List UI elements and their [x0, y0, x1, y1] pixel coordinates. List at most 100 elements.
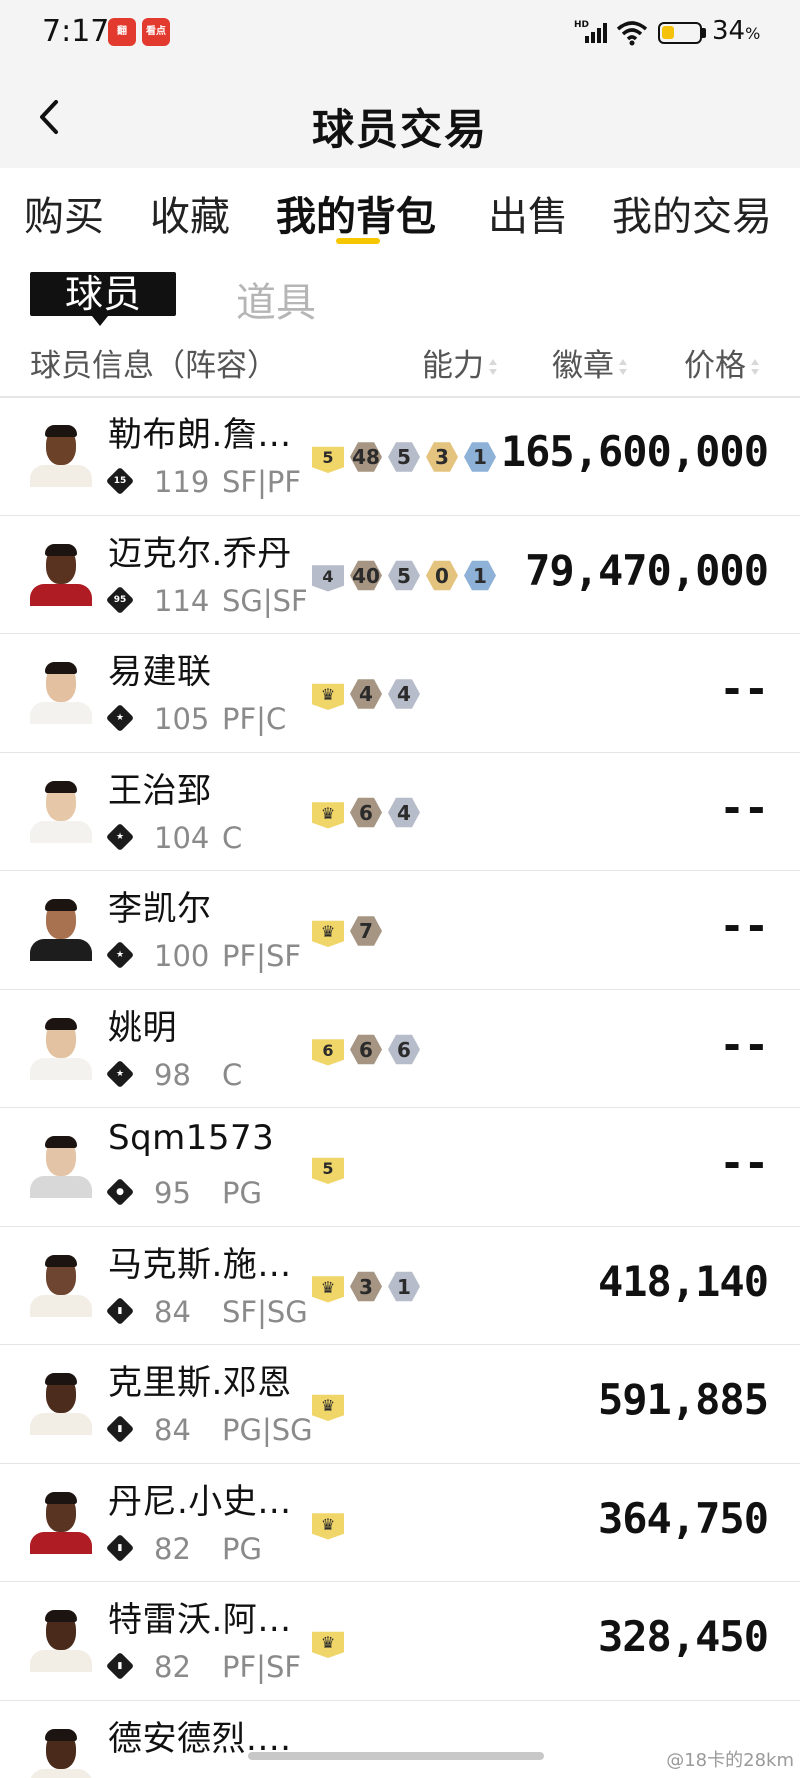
player-name: 易建联: [108, 652, 212, 692]
player-row[interactable]: 勒布朗.詹… 1 5 119 SF|PF 5 48 5 3 1 165,600,000: [0, 397, 800, 516]
tab-sell[interactable]: 出售: [488, 184, 568, 242]
badge-icon: ♛: [312, 915, 344, 947]
sort-icon: [750, 358, 760, 377]
badge-list: ♛: [312, 1508, 350, 1540]
player-price: --: [719, 1138, 769, 1187]
column-header-info: 球员信息（阵容）: [30, 348, 278, 384]
player-position: SG|SF: [222, 583, 308, 618]
main-tabs: 购买 收藏 我的背包 出售 我的交易: [0, 168, 800, 254]
player-name: 姚明: [108, 1007, 177, 1048]
player-position: PF|SF: [222, 939, 302, 973]
badge-icon: 0: [426, 560, 458, 592]
player-position: SF|SG: [222, 1294, 308, 1329]
player-overall: 104: [154, 820, 210, 855]
badge-icon: ♛: [312, 797, 344, 829]
player-name: 特雷沃.阿…: [108, 1600, 292, 1640]
player-avatar: [30, 1136, 92, 1198]
column-header-ability[interactable]: 能力: [422, 340, 498, 385]
player-price: 79,470,000: [525, 545, 769, 595]
player-name: 迈克尔.乔丹: [108, 533, 292, 574]
player-price: 364,750: [597, 1493, 769, 1543]
badge-icon: ♛: [312, 1271, 344, 1303]
tab-my-backpack[interactable]: 我的背包: [276, 184, 436, 242]
badge-icon: 48: [350, 441, 382, 473]
player-row[interactable]: 丹尼.小史… ▮ 82 PG ♛ 364,750: [0, 1464, 800, 1582]
player-row[interactable]: Sqm1573 ● 95 PG 5 --: [0, 1108, 800, 1227]
player-avatar: [30, 1373, 92, 1435]
badge-icon: 4: [388, 678, 420, 710]
badge-icon: ♛: [312, 1389, 344, 1421]
player-row[interactable]: 姚明 ★ 98 C 6 6 6 --: [0, 990, 800, 1108]
player-price: --: [719, 1019, 769, 1069]
badge-icon: 4: [312, 560, 344, 592]
column-header-badge[interactable]: 徽章: [552, 340, 628, 385]
player-row[interactable]: 迈克尔.乔丹 95 114 SG|SF 4 40 5 0 1 79,470,000: [0, 516, 800, 634]
badge-icon: 6: [350, 797, 382, 829]
player-overall: 105: [154, 702, 210, 736]
badge-icon: 6: [312, 1034, 344, 1066]
wifi-icon: [616, 21, 648, 46]
player-overall: 95: [154, 1176, 191, 1210]
player-avatar: [30, 425, 92, 487]
player-avatar: [30, 1017, 92, 1080]
player-row[interactable]: 特雷沃.阿… ▮ 82 PF|SF ♛ 328,450: [0, 1582, 800, 1701]
player-price: --: [719, 664, 769, 713]
badge-list: 5 48 5 3 1: [312, 441, 502, 473]
battery-level: [662, 26, 675, 39]
tab-my-trades[interactable]: 我的交易: [612, 184, 772, 242]
status-time: 7:17: [42, 14, 110, 49]
badge-icon: 6: [350, 1034, 382, 1066]
battery-icon: [658, 22, 702, 44]
player-name: 王治郅: [108, 770, 212, 811]
player-name: 丹尼.小史…: [108, 1481, 292, 1522]
badge-icon: 1: [388, 1271, 420, 1303]
badge-icon: 5: [388, 441, 420, 473]
player-name: 勒布朗.詹…: [108, 415, 292, 455]
player-position: PG|SG: [222, 1413, 313, 1447]
player-overall: 119: [154, 465, 210, 499]
badge-icon: 5: [312, 1152, 344, 1184]
sort-icon: [488, 358, 498, 377]
home-indicator[interactable]: [248, 1752, 544, 1760]
player-price: 165,600,000: [500, 427, 769, 476]
player-position: PF|C: [222, 702, 287, 736]
player-avatar: [30, 899, 92, 961]
player-row[interactable]: 易建联 ★ 105 PF|C ♛ 4 4 --: [0, 634, 800, 753]
player-avatar: [30, 780, 92, 843]
player-name: 李凯尔: [108, 889, 212, 929]
badge-list: ♛ 6 4: [312, 797, 426, 829]
subtab-items[interactable]: 道具: [236, 270, 316, 328]
badge-icon: 40: [350, 560, 382, 592]
badge-list: ♛: [312, 1626, 350, 1658]
player-overall: 84: [154, 1413, 191, 1447]
badge-icon: 4: [388, 797, 420, 829]
player-avatar: [30, 543, 92, 606]
player-row[interactable]: 克里斯.邓恩 ▮ 84 PG|SG ♛ 591,885: [0, 1345, 800, 1464]
badge-icon: 3: [350, 1271, 382, 1303]
badge-list: 4 40 5 0 1: [312, 560, 502, 592]
player-row[interactable]: 马克斯.施… ▮ 84 SF|SG ♛ 3 1 418,140: [0, 1227, 800, 1345]
signal-icon: [585, 23, 607, 43]
player-row[interactable]: 李凯尔 ★ 100 PF|SF ♛ 7 --: [0, 871, 800, 990]
badge-icon: 4: [350, 678, 382, 710]
tab-favorites[interactable]: 收藏: [150, 184, 230, 242]
player-name: 克里斯.邓恩: [108, 1363, 292, 1403]
player-price: 591,885: [597, 1375, 769, 1424]
badge-icon: 7: [350, 915, 382, 947]
subtab-players[interactable]: 球员: [30, 272, 176, 326]
news-app-notification-icon: 看点: [142, 18, 170, 46]
tab-buy[interactable]: 购买: [24, 184, 104, 242]
player-avatar: [30, 1728, 92, 1778]
badge-icon: 1: [464, 560, 496, 592]
player-name: 马克斯.施…: [108, 1244, 292, 1285]
column-header-price[interactable]: 价格: [684, 340, 760, 385]
player-avatar: [30, 1491, 92, 1554]
player-overall: 98: [154, 1057, 191, 1092]
badge-icon: 3: [426, 441, 458, 473]
badge-icon: 5: [312, 441, 344, 473]
page-title: 球员交易: [311, 105, 488, 154]
badge-list: 5: [312, 1152, 350, 1184]
watermark: @18卡的28km: [666, 1750, 794, 1771]
player-avatar: [30, 662, 92, 724]
player-row[interactable]: 王治郅 ★ 104 C ♛ 6 4 --: [0, 753, 800, 871]
